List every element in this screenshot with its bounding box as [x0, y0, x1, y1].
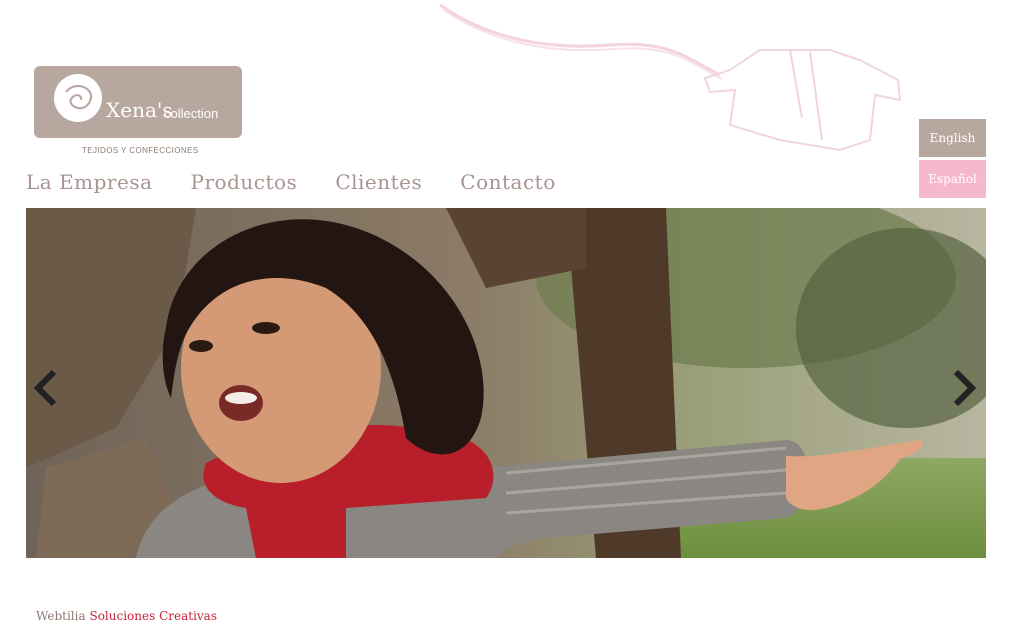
nav-item-la-empresa[interactable]: La Empresa [26, 170, 153, 194]
brand-name: Xena's [106, 98, 173, 122]
footer-credit: Webtilia Soluciones Creativas [36, 609, 217, 623]
main-navigation: La Empresa Productos Clientes Contacto [26, 170, 556, 194]
nav-item-clientes[interactable]: Clientes [335, 170, 422, 194]
footer-company[interactable]: Webtilia [36, 609, 86, 623]
hero-slider [26, 208, 986, 558]
hero-image [26, 208, 986, 558]
language-english-button[interactable]: English [919, 119, 986, 157]
nav-item-productos[interactable]: Productos [191, 170, 298, 194]
brand-logo[interactable]: Xena's collection TEJIDOS Y CONFECCIONES [28, 58, 250, 158]
rose-icon [54, 74, 102, 122]
footer-slogan[interactable]: Soluciones Creativas [89, 609, 217, 623]
slider-next-button[interactable] [948, 368, 978, 408]
slider-prev-button[interactable] [32, 368, 62, 408]
nav-item-contacto[interactable]: Contacto [460, 170, 555, 194]
brand-collection: collection [164, 106, 219, 121]
brand-tagline: TEJIDOS Y CONFECCIONES [82, 146, 199, 155]
language-spanish-button[interactable]: Español [919, 160, 986, 198]
sweater-sketch-decoration [439, 3, 902, 152]
